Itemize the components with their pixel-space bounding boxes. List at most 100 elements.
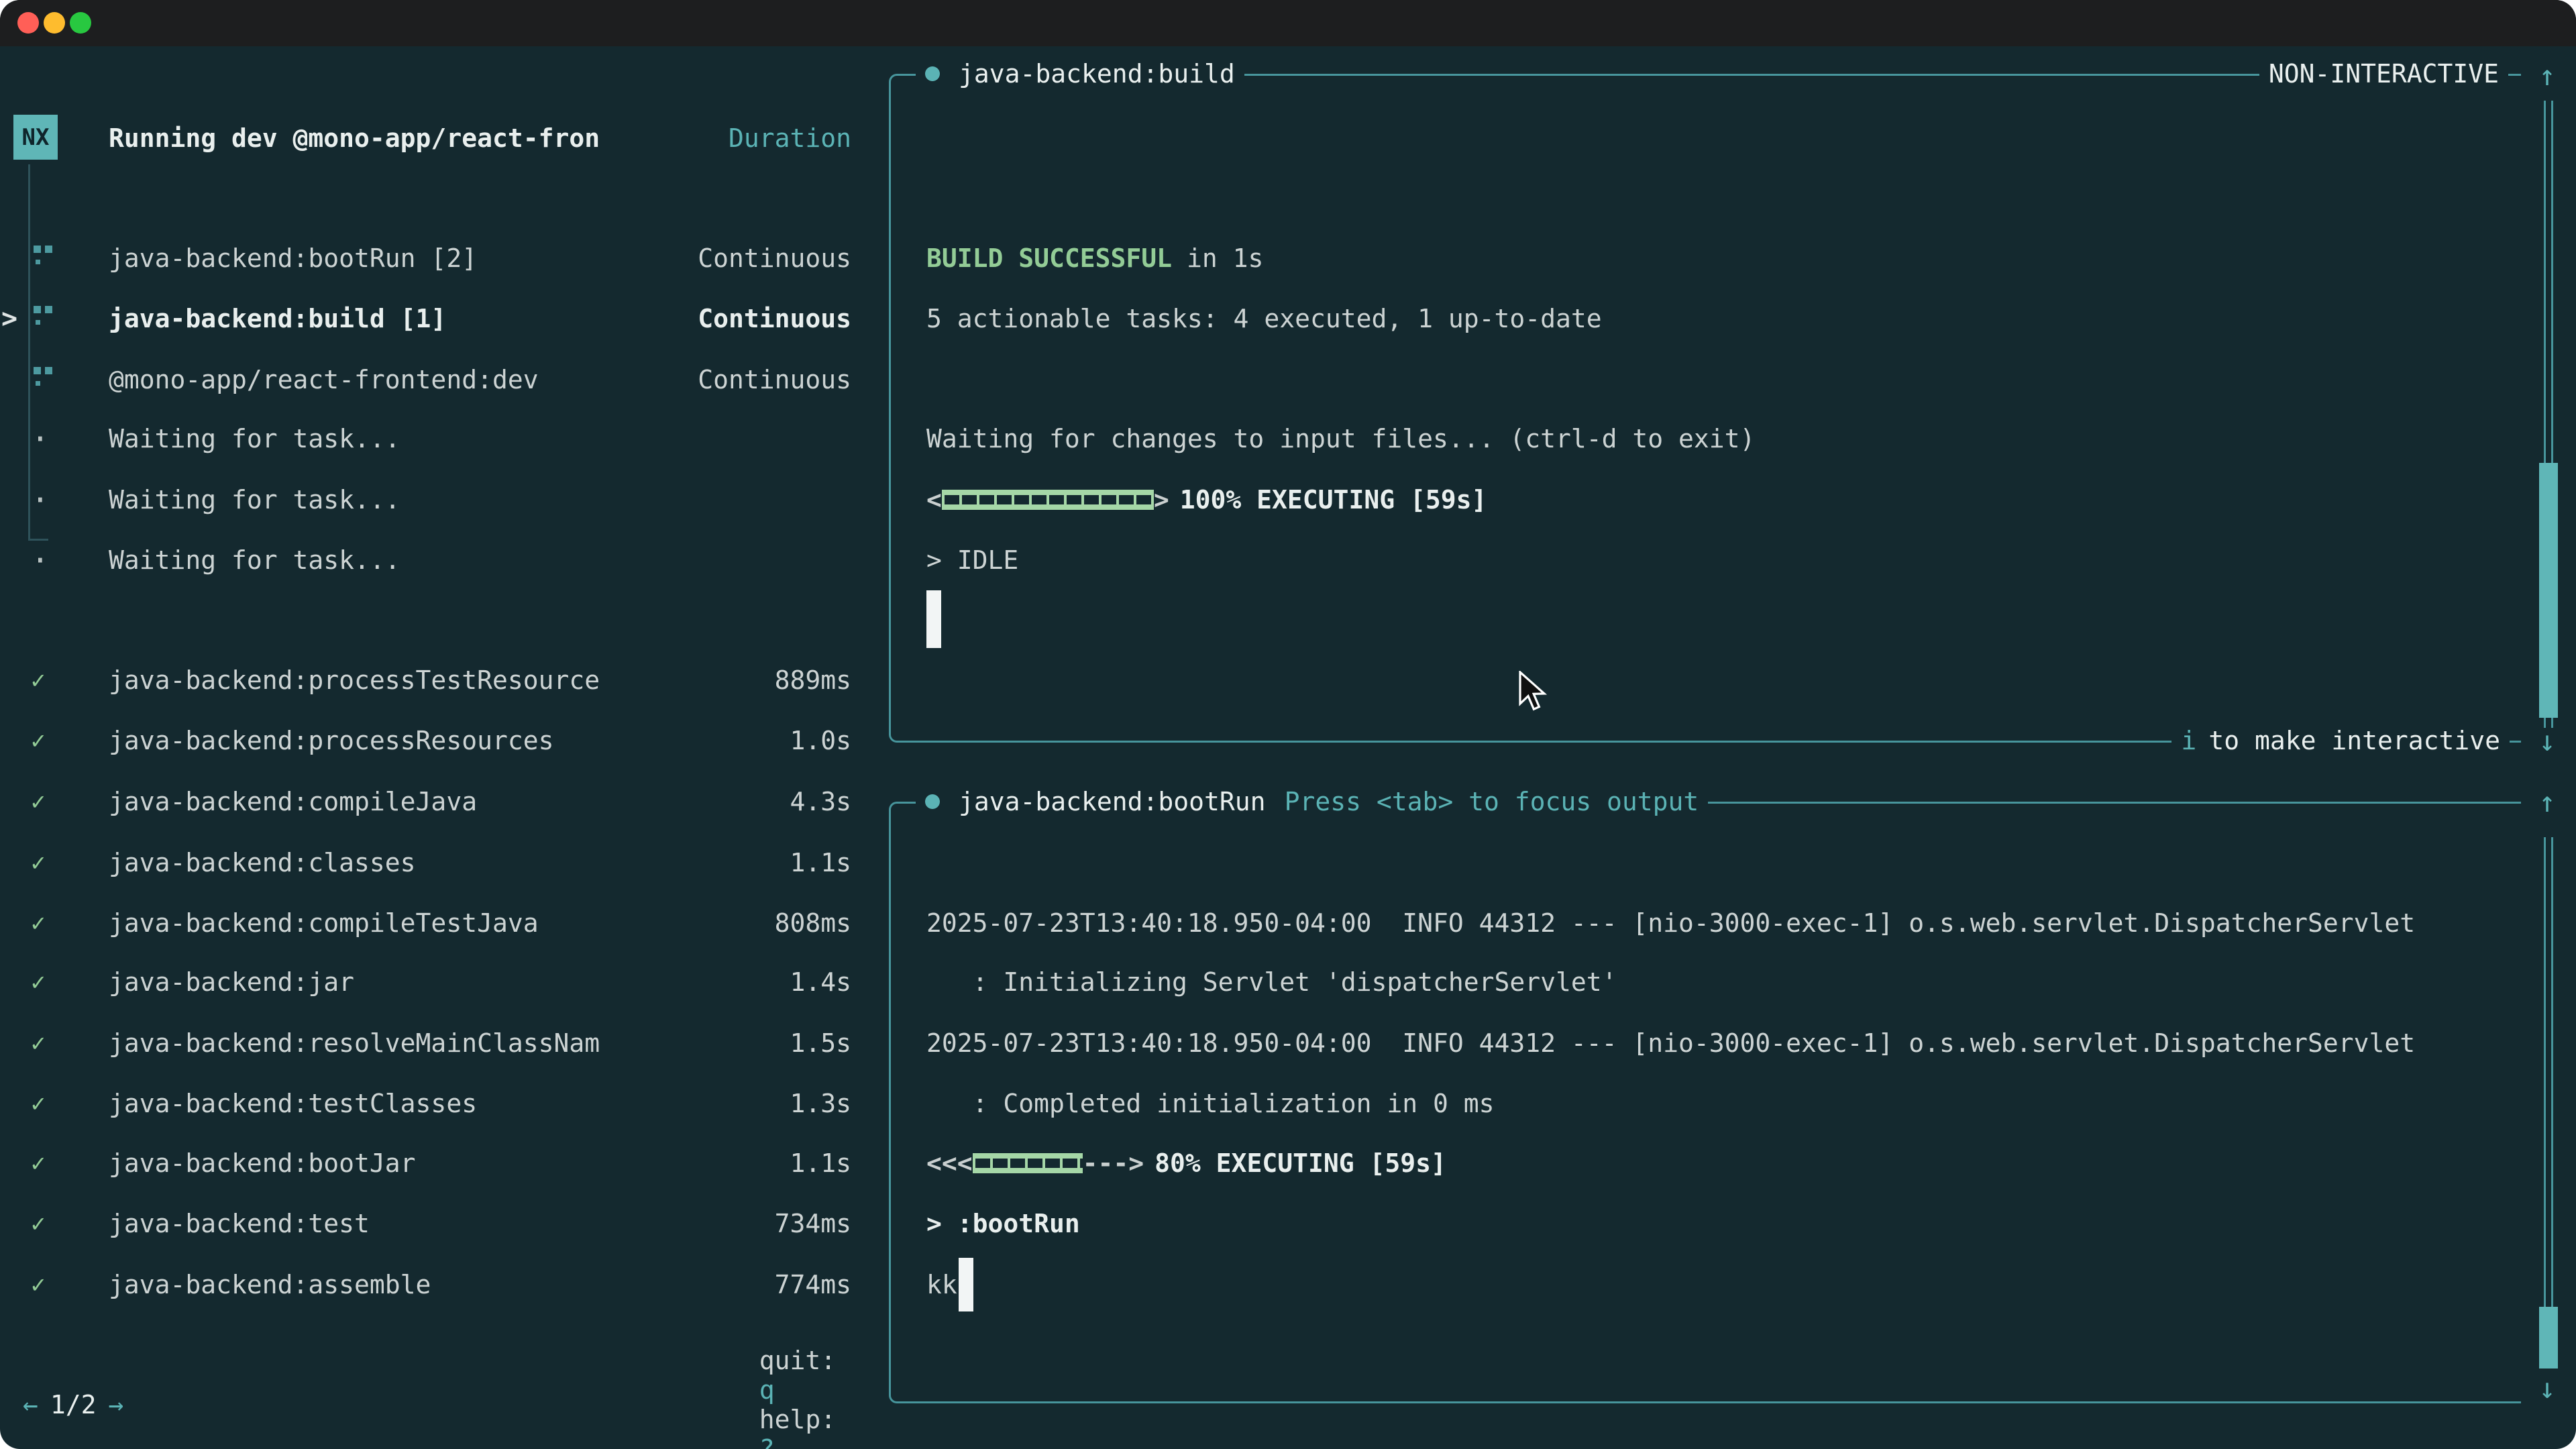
waiting-task-row: · Waiting for task... (0, 470, 872, 530)
check-icon: ✓ (31, 910, 46, 937)
quit-key[interactable]: q (759, 1375, 775, 1405)
waiting-task-row: · Waiting for task... (0, 530, 872, 590)
task-status: Continuous (698, 365, 851, 394)
progress-bar-filled (973, 1153, 1083, 1173)
bootrun-prompt-line: > :bootRun (926, 1193, 2522, 1254)
build-pane-header: java-backend:build NON-INTERACTIVE (916, 44, 2512, 104)
spinner-icon (34, 367, 41, 374)
progress-remaining-dashes: --- (1083, 1148, 1129, 1178)
completed-task-row[interactable]: ✓ java-backend:assemble 774ms (0, 1254, 872, 1315)
completed-task-row[interactable]: ✓ java-backend:resolveMainClassNam 1.5s (0, 1013, 872, 1073)
progress-close-chevron: > (1128, 1148, 1144, 1178)
task-row-bootrun[interactable]: java-backend:bootRun [2] Continuous (0, 228, 872, 288)
progress-label: 100% EXECUTING [59s] (1180, 485, 1487, 515)
scrollbar-track[interactable] (2544, 837, 2553, 1367)
completed-task-row[interactable]: ✓ java-backend:compileJava 4.3s (0, 771, 872, 832)
task-duration: 1.1s (790, 848, 851, 877)
task-name: java-backend:bootRun [2] (109, 244, 477, 273)
task-duration: 889ms (775, 665, 851, 695)
check-icon: ✓ (31, 1030, 46, 1057)
scroll-up-icon[interactable]: ↑ (2524, 771, 2571, 832)
scroll-down-icon[interactable]: ↓ (2524, 710, 2571, 771)
stdin-input-line[interactable]: kk (926, 1254, 2522, 1315)
log-line: 2025-07-23T13:40:18.950-04:00 INFO 44312… (926, 893, 2522, 953)
footer-keys: quit: q help: ? (667, 1316, 851, 1449)
page-prev-icon[interactable]: ← (23, 1390, 38, 1419)
task-duration: 1.1s (790, 1148, 851, 1178)
completed-task-row[interactable]: ✓ java-backend:bootJar 1.1s (0, 1133, 872, 1193)
completed-task-row[interactable]: ✓ java-backend:processResources 1.0s (0, 710, 872, 771)
bullet-icon: · (31, 421, 50, 457)
progress-close-chevron: > (1154, 485, 1169, 515)
completed-task-row[interactable]: ✓ java-backend:jar 1.4s (0, 952, 872, 1012)
completed-task-row[interactable]: ✓ java-backend:classes 1.1s (0, 833, 872, 893)
check-icon: ✓ (31, 849, 46, 877)
task-list-title: Running dev @mono-app/react-fron (109, 123, 600, 153)
task-duration: 4.3s (790, 787, 851, 816)
scroll-up-icon[interactable]: ↑ (2524, 45, 2571, 105)
build-pane-title: java-backend:build (949, 59, 1244, 89)
minimize-window-button[interactable] (44, 12, 65, 34)
quit-label: quit: (759, 1346, 836, 1375)
interactive-key[interactable]: i (2181, 726, 2196, 755)
waiting-label: Waiting for task... (109, 485, 400, 515)
log-line: 2025-07-23T13:40:18.950-04:00 INFO 44312… (926, 1013, 2522, 1073)
zoom-window-button[interactable] (70, 12, 91, 34)
terminal-cursor (959, 1258, 973, 1311)
task-name: java-backend:testClasses (109, 1089, 477, 1118)
task-name: java-backend:test (109, 1209, 370, 1238)
bullet-icon: · (31, 482, 50, 518)
completed-task-row[interactable]: ✓ java-backend:compileTestJava 808ms (0, 893, 872, 953)
check-icon: ✓ (31, 667, 46, 694)
task-name: java-backend:processTestResource (109, 665, 600, 695)
scrollbar-thumb[interactable] (2539, 463, 2558, 718)
actionable-tasks-line: 5 actionable tasks: 4 executed, 1 up-to-… (926, 288, 2522, 349)
progress-open-chevron: < (926, 485, 942, 515)
bootrun-progress-line: <<< --- > 80% EXECUTING [59s] (926, 1133, 2522, 1193)
task-row-frontend-dev[interactable]: @mono-app/react-frontend:dev Continuous (0, 350, 872, 410)
build-time-text: in 1s (1187, 244, 1263, 273)
mouse-cursor (1517, 671, 1552, 715)
completed-task-row[interactable]: ✓ java-backend:testClasses 1.3s (0, 1073, 872, 1134)
waiting-task-row: · Waiting for task... (0, 409, 872, 469)
log-line: : Initializing Servlet 'dispatcherServle… (926, 952, 2522, 1012)
help-key[interactable]: ? (759, 1434, 775, 1449)
task-name: java-backend:assemble (109, 1270, 431, 1299)
build-pane-footer: i to make interactive (916, 710, 2512, 771)
help-label: help: (759, 1405, 836, 1434)
task-duration: 1.0s (790, 726, 851, 755)
task-name: @mono-app/react-frontend:dev (109, 365, 539, 394)
task-status: Continuous (698, 244, 851, 273)
task-list-header: Running dev @mono-app/react-fron Duratio… (0, 108, 872, 168)
task-running-dot-icon (925, 66, 940, 81)
task-duration: 774ms (775, 1270, 851, 1299)
completed-task-row[interactable]: ✓ java-backend:test 734ms (0, 1193, 872, 1254)
check-icon: ✓ (31, 1150, 46, 1177)
task-name: java-backend:processResources (109, 726, 553, 755)
progress-label: 80% EXECUTING [59s] (1155, 1148, 1446, 1178)
progress-open-chevrons: <<< (926, 1148, 973, 1178)
task-running-dot-icon (925, 794, 940, 809)
build-successful-text: BUILD SUCCESSFUL (926, 244, 1172, 273)
check-icon: ✓ (31, 1210, 46, 1238)
task-name: java-backend:resolveMainClassNam (109, 1028, 600, 1058)
build-progress-line: < > 100% EXECUTING [59s] (926, 470, 2522, 530)
title-bar (0, 0, 2576, 46)
check-icon: ✓ (31, 788, 46, 816)
stdin-input-text: kk (926, 1270, 957, 1299)
page-next-icon[interactable]: → (109, 1390, 124, 1419)
task-name: java-backend:compileJava (109, 787, 477, 816)
waiting-for-changes-line: Waiting for changes to input files... (c… (926, 409, 2522, 469)
terminal-cursor (926, 590, 941, 648)
task-name: java-backend:build [1] (109, 304, 446, 333)
progress-bar-filled (942, 490, 1154, 510)
close-window-button[interactable] (17, 12, 39, 34)
completed-task-row[interactable]: ✓ java-backend:processTestResource 889ms (0, 650, 872, 710)
bootrun-pane-header: java-backend:bootRun Press <tab> to focu… (916, 771, 2512, 832)
task-duration: 1.5s (790, 1028, 851, 1058)
scroll-down-icon[interactable]: ↓ (2524, 1358, 2571, 1418)
log-line: : Completed initialization in 0 ms (926, 1073, 2522, 1134)
task-row-build-selected[interactable]: java-backend:build [1] Continuous (0, 288, 872, 349)
waiting-label: Waiting for task... (109, 424, 400, 453)
task-status: Continuous (698, 304, 851, 333)
